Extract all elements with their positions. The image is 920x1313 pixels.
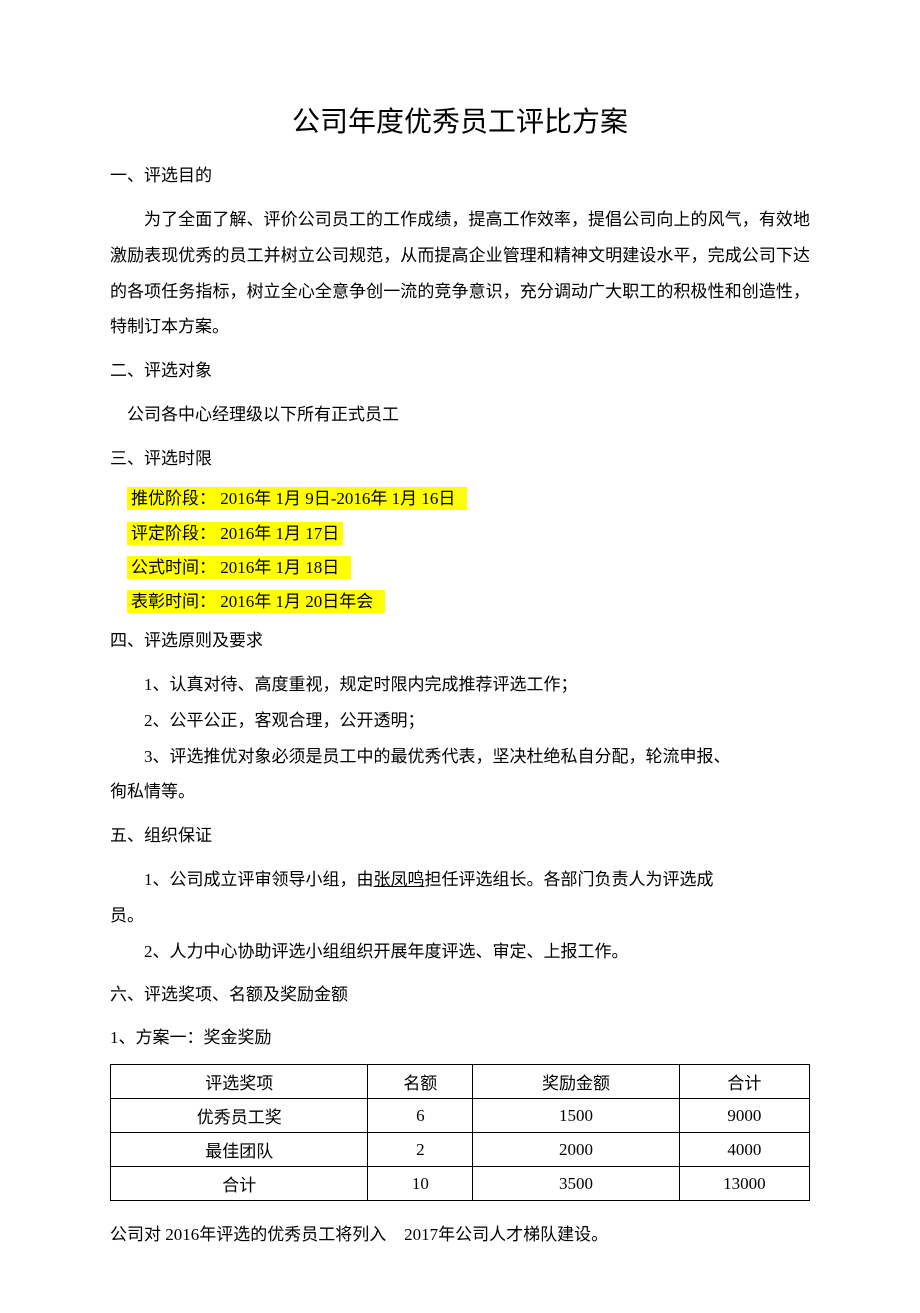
doc-title: 公司年度优秀员工评比方案: [110, 100, 810, 140]
table-row: 合计 10 3500 13000: [111, 1167, 810, 1201]
cell: 10: [368, 1167, 473, 1201]
timeline-4: 表彰时间： 2016年 1月 20日年会: [127, 588, 810, 615]
footer-note: 公司对 2016年评选的优秀员工将列入 2017年公司人才梯队建设。: [110, 1217, 810, 1253]
cell: 2: [368, 1133, 473, 1167]
cell: 9000: [679, 1099, 809, 1133]
cell: 最佳团队: [111, 1133, 368, 1167]
section-6-head: 六、评选奖项、名额及奖励金额: [110, 979, 810, 1011]
s4-item-1: 1、认真对待、高度重视，规定时限内完成推荐评选工作；: [110, 667, 810, 703]
cell: 4000: [679, 1133, 809, 1167]
cell: 6: [368, 1099, 473, 1133]
th-amount: 奖励金额: [473, 1065, 680, 1099]
cell: 优秀员工奖: [111, 1099, 368, 1133]
section-1-head: 一、评选目的: [110, 160, 810, 192]
th-total: 合计: [679, 1065, 809, 1099]
section-5-head: 五、组织保证: [110, 820, 810, 852]
cell: 3500: [473, 1167, 680, 1201]
cell: 1500: [473, 1099, 680, 1133]
timeline-4-text: 表彰时间： 2016年 1月 20日年会: [127, 590, 385, 613]
s5-item-1c: 员。: [110, 898, 810, 934]
footer-a: 公司对 2016年评选的优秀员工将列入: [110, 1225, 386, 1244]
table-row: 最佳团队 2 2000 4000: [111, 1133, 810, 1167]
timeline-1: 推优阶段： 2016年 1月 9日-2016年 1月 16日: [127, 485, 810, 512]
s5-item-2: 2、人力中心协助评选小组组织开展年度评选、审定、上报工作。: [110, 934, 810, 970]
s5-item-1a: 1、公司成立评审领导小组，由: [144, 870, 374, 889]
s5-item-1-name: 张凤鸣: [374, 870, 425, 889]
section-6-sub: 1、方案一：奖金奖励: [110, 1022, 810, 1054]
s4-item-3b: 徇私情等。: [110, 774, 810, 810]
th-award: 评选奖项: [111, 1065, 368, 1099]
th-quota: 名额: [368, 1065, 473, 1099]
section-1-para: 为了全面了解、评价公司员工的工作成绩，提高工作效率，提倡公司向上的风气，有效地激…: [110, 202, 810, 345]
s5-item-1b: 担任评选组长。各部门负责人为评选成: [425, 870, 714, 889]
cell: 13000: [679, 1167, 809, 1201]
cell: 合计: [111, 1167, 368, 1201]
section-2-para: 公司各中心经理级以下所有正式员工: [110, 397, 810, 433]
timeline-2-text: 评定阶段： 2016年 1月 17日: [127, 522, 343, 545]
section-2-head: 二、评选对象: [110, 355, 810, 387]
table-row: 优秀员工奖 6 1500 9000: [111, 1099, 810, 1133]
timeline-2: 评定阶段： 2016年 1月 17日: [127, 520, 810, 547]
footer-b: 2017年公司人才梯队建设。: [400, 1225, 608, 1244]
section-4-head: 四、评选原则及要求: [110, 625, 810, 657]
s4-item-2: 2、公平公正，客观合理，公开透明；: [110, 703, 810, 739]
timeline-3: 公式时间： 2016年 1月 18日: [127, 554, 810, 581]
table-header-row: 评选奖项 名额 奖励金额 合计: [111, 1065, 810, 1099]
s5-item-1: 1、公司成立评审领导小组，由张凤鸣担任评选组长。各部门负责人为评选成: [110, 862, 810, 898]
award-table: 评选奖项 名额 奖励金额 合计 优秀员工奖 6 1500 9000 最佳团队 2…: [110, 1064, 810, 1201]
cell: 2000: [473, 1133, 680, 1167]
section-3-head: 三、评选时限: [110, 443, 810, 475]
timeline-3-text: 公式时间： 2016年 1月 18日: [127, 556, 351, 579]
timeline-1-text: 推优阶段： 2016年 1月 9日-2016年 1月 16日: [127, 487, 467, 510]
s4-item-3a: 3、评选推优对象必须是员工中的最优秀代表，坚决杜绝私自分配，轮流申报、: [110, 739, 810, 775]
